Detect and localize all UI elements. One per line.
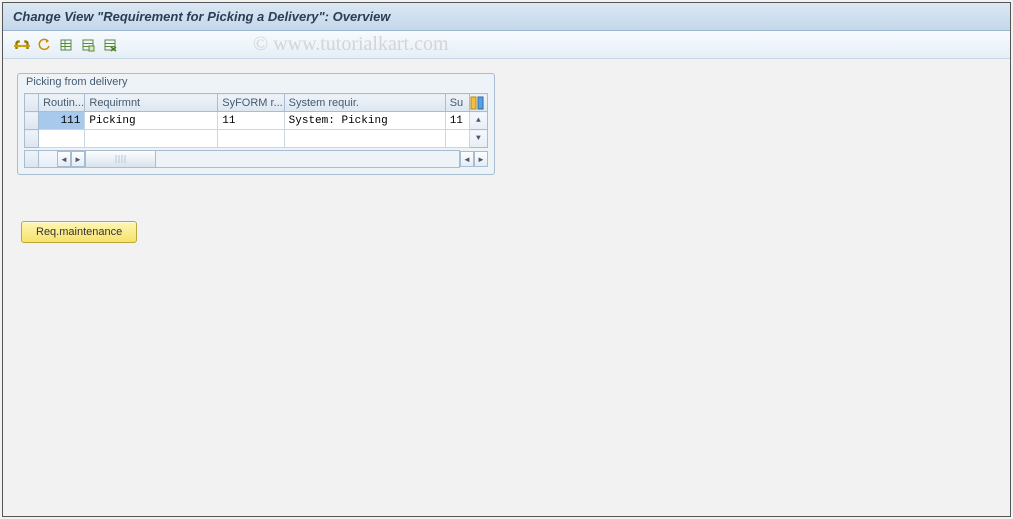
toolbar <box>3 31 1010 59</box>
cell-routine[interactable] <box>39 130 85 148</box>
hscroll-track[interactable] <box>85 150 460 168</box>
cell-requirement[interactable]: Picking <box>85 112 218 130</box>
table-settings-button[interactable] <box>469 94 487 112</box>
hscroll-fixed-area: ◄ ► <box>39 150 85 168</box>
cell-su[interactable] <box>445 130 469 148</box>
select-all-header[interactable] <box>25 94 39 112</box>
scroll-down-icon[interactable]: ▼ <box>469 130 487 148</box>
req-maintenance-button[interactable]: Req.maintenance <box>21 221 137 243</box>
cell-requirement[interactable] <box>85 130 218 148</box>
row-selector[interactable] <box>25 112 39 130</box>
hscroll-thumb[interactable] <box>86 151 156 167</box>
col-header-syform[interactable]: SyFORM r... <box>218 94 284 112</box>
cell-su[interactable]: 11 <box>445 112 469 130</box>
grid-table: Routin... Requirmnt SyFORM r... System r… <box>24 93 488 148</box>
group-label: Picking from delivery <box>18 73 494 88</box>
scroll-left-icon[interactable]: ◄ <box>460 151 474 167</box>
delete-entry-icon[interactable] <box>101 36 119 54</box>
col-header-requirement[interactable]: Requirmnt <box>85 94 218 112</box>
row-selector[interactable] <box>25 130 39 148</box>
page-title: Change View "Requirement for Picking a D… <box>3 3 1010 31</box>
copy-as-icon[interactable] <box>79 36 97 54</box>
scroll-right-icon[interactable]: ► <box>474 151 488 167</box>
col-header-routine[interactable]: Routin... <box>39 94 85 112</box>
cell-syform[interactable]: 11 <box>218 112 284 130</box>
cell-system-req[interactable]: System: Picking <box>284 112 445 130</box>
scroll-up-icon[interactable]: ▲ <box>469 112 487 130</box>
hscroll-corner <box>24 150 39 168</box>
cell-system-req[interactable] <box>284 130 445 148</box>
page-title-text: Change View "Requirement for Picking a D… <box>13 9 390 24</box>
glasses-toggle-icon[interactable] <box>13 36 31 54</box>
group-picking-from-delivery: Picking from delivery Routin... Requirmn… <box>17 73 495 175</box>
col-header-su[interactable]: Su <box>445 94 469 112</box>
cell-routine[interactable]: 111 <box>39 112 85 130</box>
horizontal-scrollbar: ◄ ► ◄ ► <box>24 150 488 168</box>
table-row[interactable]: 111 Picking 11 System: Picking 11 ▲ <box>25 112 488 130</box>
undo-icon[interactable] <box>35 36 53 54</box>
table-row[interactable]: ▼ <box>25 130 488 148</box>
scroll-right-fixed-icon[interactable]: ► <box>71 151 85 167</box>
col-header-system-req[interactable]: System requir. <box>284 94 445 112</box>
cell-syform[interactable] <box>218 130 284 148</box>
scroll-left-fixed-icon[interactable]: ◄ <box>57 151 71 167</box>
new-entries-icon[interactable] <box>57 36 75 54</box>
grid: Routin... Requirmnt SyFORM r... System r… <box>24 93 488 148</box>
